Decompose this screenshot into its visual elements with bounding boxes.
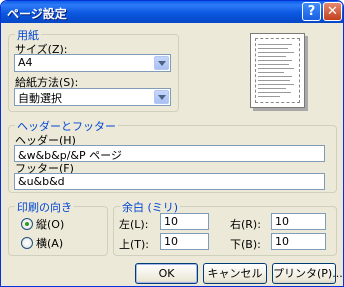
- help-button[interactable]: ?: [302, 2, 321, 21]
- preview-text-line: [258, 92, 291, 93]
- landscape-radio[interactable]: [21, 237, 33, 249]
- preview-text-line: [258, 84, 294, 85]
- cancel-button[interactable]: キャンセル: [203, 263, 267, 284]
- preview-text-line: [258, 52, 294, 53]
- preview-text-line: [258, 96, 280, 97]
- preview-text-line: [258, 60, 292, 61]
- dialog-title: ページ設定: [7, 7, 67, 21]
- preview-text-line: [258, 88, 286, 89]
- paper-source-select[interactable]: 自動選択: [14, 88, 171, 106]
- portrait-label[interactable]: 縦(O): [36, 216, 64, 232]
- chevron-down-icon[interactable]: [154, 90, 169, 104]
- page-setup-dialog: ページ設定 ? ✕ 用紙 サイズ(Z): A4 給紙方法(S): 自動選択 ヘッ…: [0, 0, 344, 287]
- preview-text-line: [258, 48, 288, 49]
- preview-text-line: [258, 76, 292, 77]
- paper-source-value: 自動選択: [18, 92, 62, 105]
- preview-text-line: [258, 68, 294, 69]
- preview-text-line: [258, 56, 286, 57]
- page-preview: [250, 33, 305, 108]
- margin-top-label: 上(T):: [119, 238, 150, 251]
- orientation-legend: 印刷の向き: [15, 199, 74, 215]
- margin-right-input[interactable]: 10: [271, 213, 326, 230]
- preview-text-line: [258, 72, 284, 73]
- ok-button[interactable]: OK: [135, 263, 198, 284]
- landscape-label[interactable]: 横(A): [36, 235, 63, 251]
- margin-bottom-label: 下(B):: [230, 238, 261, 251]
- margin-left-input[interactable]: 10: [160, 213, 209, 230]
- close-button[interactable]: ✕: [323, 2, 342, 21]
- margin-top-input[interactable]: 10: [160, 233, 209, 250]
- margin-bottom-input[interactable]: 10: [271, 233, 326, 250]
- close-icon: ✕: [327, 4, 338, 19]
- chevron-down-icon[interactable]: [154, 56, 169, 70]
- preview-text-line: [258, 80, 290, 81]
- preview-text-line: [258, 64, 289, 65]
- printer-button[interactable]: プリンタ(P)...: [272, 263, 343, 284]
- margin-left-label: 左(L):: [119, 218, 149, 231]
- preview-text-line: [258, 44, 292, 45]
- paper-size-value: A4: [18, 56, 33, 69]
- help-icon: ?: [307, 4, 316, 19]
- title-bar[interactable]: ページ設定 ? ✕: [1, 1, 343, 23]
- paper-size-select[interactable]: A4: [14, 54, 171, 72]
- portrait-radio[interactable]: [21, 218, 33, 230]
- margin-right-label: 右(R):: [230, 218, 261, 231]
- footer-input[interactable]: &u&b&d: [14, 173, 325, 190]
